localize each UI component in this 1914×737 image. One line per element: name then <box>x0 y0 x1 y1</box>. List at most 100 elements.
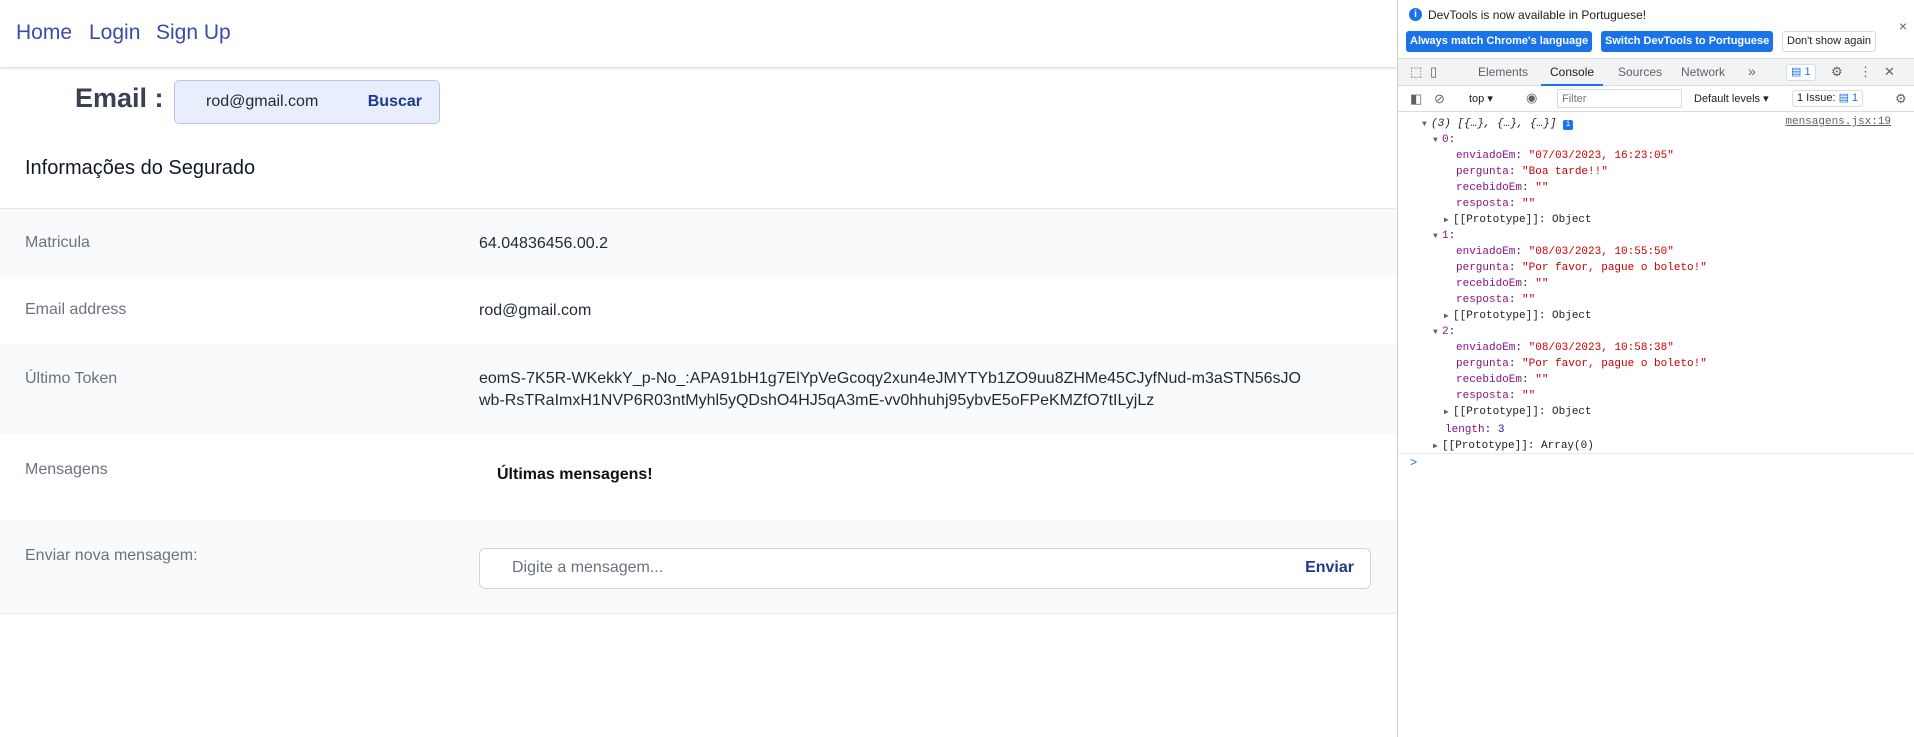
devtools-panel: i DevTools is now available in Portugues… <box>1397 0 1914 737</box>
console-prompt-icon[interactable]: > <box>1410 456 1417 470</box>
console-item-header[interactable]: ▼ 1: <box>1433 228 1455 245</box>
prop-value: "07/03/2023, 16:23:05" <box>1528 150 1674 162</box>
console-prop-recebidoem: recebidoEm: "" <box>1456 182 1549 194</box>
info-value: eomS-7K5R-WKekkY_p-No_:APA91bH1g7ElYpVeG… <box>479 370 1301 409</box>
console-log-summary[interactable]: ▼ (3) [{…}, {…}, {…}] i <box>1422 116 1574 133</box>
proto-text: [[Prototype]]: Object <box>1453 214 1592 226</box>
settings-gear-icon[interactable]: ⚙ <box>1831 64 1843 80</box>
issues-button[interactable]: 1 Issue: ▤ 1 <box>1792 90 1864 107</box>
switch-to-portuguese-button[interactable]: Switch DevTools to Portuguese <box>1601 31 1774 52</box>
console-prop-pergunta: pergunta: "Boa tarde!!" <box>1456 166 1608 178</box>
info-label: Matricula <box>25 234 90 251</box>
insured-info-table: Matricula 64.04836456.00.2 Email address… <box>0 208 1397 614</box>
item-index: 0 <box>1442 134 1449 146</box>
devtools-tab-bar: ⬚ ▯ Elements Console Sources Network » ▤… <box>1398 58 1914 86</box>
proto-text: [[Prototype]]: Object <box>1453 310 1592 322</box>
prop-value: "" <box>1522 294 1536 306</box>
prop-value: "" <box>1535 278 1549 290</box>
app-page: Home Login Sign Up Email : rod@gmail.com… <box>0 0 1397 737</box>
console-divider <box>1398 453 1914 454</box>
messages-count: 1 <box>1804 66 1811 78</box>
console-prop-enviadoem: enviadoEm: "07/03/2023, 16:23:05" <box>1456 150 1674 162</box>
clear-console-icon[interactable]: ⊘ <box>1434 91 1445 107</box>
info-row-send-message: Enviar nova mensagem: Enviar <box>0 520 1397 614</box>
email-search-label: Email : <box>75 83 164 113</box>
close-icon[interactable]: × <box>1899 18 1907 34</box>
always-match-language-button[interactable]: Always match Chrome's language <box>1406 31 1593 52</box>
console-prop-pergunta: pergunta: "Por favor, pague o boleto!" <box>1456 358 1707 370</box>
devtools-language-infobar: i DevTools is now available in Portugues… <box>1398 0 1914 56</box>
live-expression-eye-icon[interactable]: ◉ <box>1526 90 1537 106</box>
context-select[interactable]: top ▾ <box>1469 92 1493 105</box>
length-key: length <box>1445 424 1485 436</box>
prop-value: "" <box>1535 182 1549 194</box>
prop-value: "08/03/2023, 10:55:50" <box>1528 246 1674 258</box>
buscar-button[interactable]: Buscar <box>368 93 422 111</box>
console-item-header[interactable]: ▼ 2: <box>1433 324 1455 341</box>
info-value: rod@gmail.com <box>479 302 592 319</box>
prop-value: "" <box>1535 374 1549 386</box>
info-row-matricula: Matricula 64.04836456.00.2 <box>0 209 1397 277</box>
message-input[interactable] <box>512 559 1212 577</box>
email-search-box: rod@gmail.com Buscar <box>174 80 440 124</box>
inspect-element-icon[interactable]: ⬚ <box>1410 64 1422 80</box>
console-settings-gear-icon[interactable]: ⚙ <box>1895 91 1907 107</box>
issues-label: 1 Issue: <box>1797 92 1836 104</box>
tab-elements[interactable]: Elements <box>1478 65 1528 79</box>
info-row-email: Email address rod@gmail.com <box>0 277 1397 344</box>
info-value: 64.04836456.00.2 <box>479 235 609 252</box>
issues-count: ▤ 1 <box>1838 92 1859 104</box>
console-prop-resposta: resposta: "" <box>1456 294 1536 306</box>
console-filter-bar: ◧ ⊘ top ▾ ◉ Default levels ▾ 1 Issue: ▤ … <box>1398 86 1914 112</box>
more-options-icon[interactable]: ⋮ <box>1859 64 1872 80</box>
console-prop-resposta: resposta: "" <box>1456 390 1536 402</box>
source-link[interactable]: mensagens.jsx:19 <box>1785 116 1891 128</box>
tab-sources[interactable]: Sources <box>1618 65 1662 79</box>
console-item-header[interactable]: ▼ 0: <box>1433 132 1455 149</box>
prop-value: "" <box>1522 198 1536 210</box>
nav-link-home[interactable]: Home <box>16 21 72 45</box>
console-object-proto[interactable]: ▶ [[Prototype]]: Object <box>1444 212 1592 229</box>
enviar-button[interactable]: Enviar <box>1305 559 1354 577</box>
messages-badge[interactable]: ▤ 1 <box>1786 64 1816 81</box>
more-tabs-icon[interactable]: » <box>1748 63 1756 79</box>
email-search-row: Email : rod@gmail.com Buscar <box>0 80 1397 124</box>
log-levels-value: Default levels <box>1694 93 1761 105</box>
prop-value: "" <box>1522 390 1536 402</box>
prop-value: "Por favor, pague o boleto!" <box>1522 358 1707 370</box>
item-index: 1 <box>1442 230 1449 242</box>
item-index: 2 <box>1442 326 1449 338</box>
device-toolbar-icon[interactable]: ▯ <box>1430 64 1437 80</box>
console-prop-enviadoem: enviadoEm: "08/03/2023, 10:55:50" <box>1456 246 1674 258</box>
length-value: 3 <box>1497 424 1505 436</box>
array-proto-text: [[Prototype]]: Array(0) <box>1442 440 1594 452</box>
console-output: mensagens.jsx:19 ▼ (3) [{…}, {…}, {…}] i … <box>1398 114 1914 470</box>
proto-text: [[Prototype]]: Object <box>1453 406 1592 418</box>
console-object-proto[interactable]: ▶ [[Prototype]]: Object <box>1444 404 1592 421</box>
context-value: top <box>1469 93 1485 105</box>
console-filter-input[interactable] <box>1557 89 1682 108</box>
nav-link-signup[interactable]: Sign Up <box>156 21 231 45</box>
console-length-line: length: 3 <box>1445 424 1505 436</box>
sidebar-toggle-icon[interactable]: ◧ <box>1410 91 1422 107</box>
log-levels-select[interactable]: Default levels ▾ <box>1694 92 1769 105</box>
console-prop-enviadoem: enviadoEm: "08/03/2023, 10:58:38" <box>1456 342 1674 354</box>
tab-network[interactable]: Network <box>1681 65 1725 79</box>
console-prop-resposta: resposta: "" <box>1456 198 1536 210</box>
close-devtools-icon[interactable]: ✕ <box>1884 64 1895 80</box>
nav-link-login[interactable]: Login <box>89 21 140 45</box>
info-label: Enviar nova mensagem: <box>25 547 198 564</box>
info-label: Último Token <box>25 370 118 387</box>
info-row-mensagens: Mensagens Últimas mensagens! <box>0 434 1397 520</box>
tab-console[interactable]: Console <box>1550 65 1594 79</box>
info-label: Mensagens <box>25 461 108 478</box>
console-object-proto[interactable]: ▶ [[Prototype]]: Object <box>1444 308 1592 325</box>
console-prop-recebidoem: recebidoEm: "" <box>1456 278 1549 290</box>
email-search-input[interactable]: rod@gmail.com <box>206 93 318 111</box>
dont-show-again-button[interactable]: Don't show again <box>1782 31 1877 52</box>
prop-value: "08/03/2023, 10:58:38" <box>1528 342 1674 354</box>
infobar-text: DevTools is now available in Portuguese! <box>1428 8 1647 22</box>
messages-heading: Últimas mensagens! <box>497 466 653 483</box>
console-prop-pergunta: pergunta: "Por favor, pague o boleto!" <box>1456 262 1707 274</box>
message-input-box: Enviar <box>479 548 1371 589</box>
